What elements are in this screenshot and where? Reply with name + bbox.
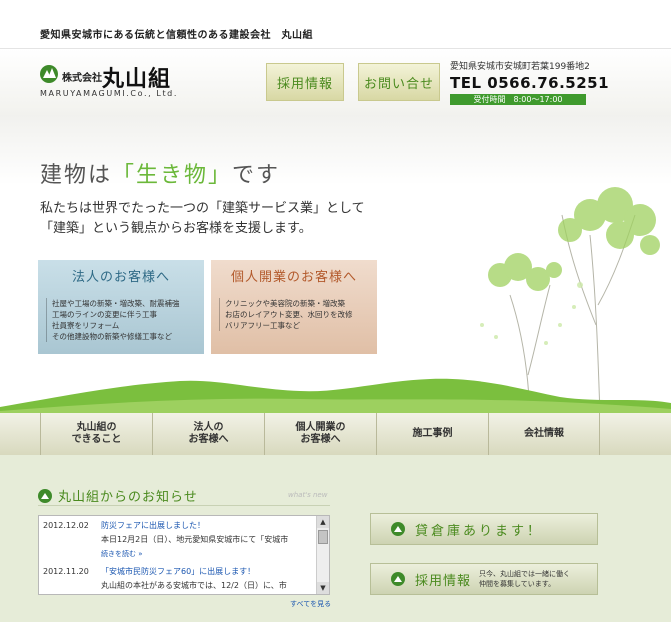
logo-prefix: 株式会社: [62, 73, 102, 84]
list-item: バリアフリー工事など: [225, 321, 300, 330]
nav-company[interactable]: 会社情報: [488, 413, 600, 455]
scroll-down-arrow-icon[interactable]: ▼: [317, 582, 329, 594]
news-body: 本日12月2日（日）、地元愛知県安城市にて「安城市: [101, 535, 289, 544]
company-logo[interactable]: 株式会社 丸山組 MARUYAMAGUMI.Co., Ltd.: [40, 63, 190, 103]
nav-capabilities[interactable]: 丸山組の できること: [40, 413, 152, 455]
panel-list: クリニックや美容院の新築・増改築 お店のレイアウト変更、水回りを改修 バリアフリ…: [219, 298, 353, 331]
see-all-link[interactable]: すべてを見る: [290, 599, 331, 609]
headline-before: 建物は: [40, 163, 113, 188]
list-item: 社員寮をリフォーム: [52, 321, 120, 330]
nav-works[interactable]: 施工事例: [376, 413, 488, 455]
recruit-label: 採用情報: [415, 573, 472, 589]
mountain-logo-icon: [40, 65, 58, 83]
panel-title: 個人開業のお客様へ: [230, 270, 357, 285]
mountain-icon: [38, 488, 52, 503]
news-link[interactable]: 「安城市民防災フェア60」に出展します！: [101, 566, 255, 578]
nav-label: できること: [71, 434, 122, 445]
news-item: 2012.12.02 防災フェアに出展しました！ 本日12月2日（日）、地元愛知…: [43, 520, 313, 560]
warehouse-label: 貸倉庫あります！: [415, 523, 544, 539]
panel-title: 法人のお客様へ: [71, 270, 170, 285]
news-scrollbar[interactable]: ▲ ▼: [316, 516, 329, 594]
grass-hill: [0, 378, 671, 417]
nav-label: 法人の: [193, 422, 224, 433]
logo-roman: MARUYAMAGUMI.Co., Ltd.: [40, 89, 179, 98]
scroll-up-arrow-icon[interactable]: ▲: [317, 516, 329, 528]
site-tagline: 愛知県安城市にある伝統と信頼性のある建設会社 丸山組: [40, 30, 313, 41]
news-date: 2012.11.20: [43, 567, 89, 576]
phone-number: TEL 0566.76.5251: [450, 74, 610, 92]
recruit-note-line: 只今、丸山組では一緒に働く: [479, 570, 571, 578]
headline-accent: 「生き物」: [112, 163, 233, 188]
footer-area: 丸山組からのお知らせ what's new 2012.12.02 防災フェアに出…: [0, 455, 671, 622]
nav-individual[interactable]: 個人開業の お客様へ: [264, 413, 376, 455]
list-item: 工場のラインの変更に伴う工事: [52, 310, 157, 319]
news-list[interactable]: 2012.12.02 防災フェアに出展しました！ 本日12月2日（日）、地元愛知…: [38, 515, 330, 595]
list-item: お店のレイアウト変更、水回りを改修: [225, 310, 353, 319]
mountain-icon: [391, 522, 405, 536]
header: 株式会社 丸山組 MARUYAMAGUMI.Co., Ltd. 採用情報 お問い…: [0, 49, 671, 115]
address: 愛知県安城市安城町若葉199番地2: [450, 62, 590, 72]
headline-after: です: [232, 163, 281, 188]
news-date: 2012.12.02: [43, 521, 89, 530]
warehouse-button[interactable]: 貸倉庫あります！: [370, 513, 598, 545]
news-divider: [38, 505, 330, 506]
news-link[interactable]: 防災フェアに出展しました！: [101, 520, 205, 532]
news-item: 2012.11.20 「安城市民防災フェア60」に出展します！ 丸山組の本社があ…: [43, 566, 313, 594]
list-item: 社屋や工場の新築・増改築、耐震補強: [52, 299, 180, 308]
news-body: 丸山組の本社がある安城市では、12/2（日）に、市: [101, 581, 287, 590]
nav-label: 個人開業の: [295, 422, 346, 433]
nav-label: 丸山組の: [76, 422, 117, 433]
main-nav: 丸山組の できること 法人の お客様へ 個人開業の お客様へ 施工事例 会社情報: [0, 413, 671, 455]
individual-business-panel[interactable]: 個人開業のお客様へ クリニックや美容院の新築・増改築 お店のレイアウト変更、水回…: [211, 260, 377, 354]
scroll-thumb[interactable]: [318, 530, 328, 544]
recruit-note-line: 仲間を募集しています。: [479, 580, 556, 588]
nav-label: 施工事例: [412, 428, 453, 439]
news-title: 丸山組からのお知らせ: [58, 490, 198, 505]
hero: 建物は「生き物」です 私たちは世界でたった一つの「建築サービス業」として 「建築…: [0, 115, 671, 417]
hero-text-line: 私たちは世界でたった一つの「建築サービス業」として: [40, 201, 365, 216]
hero-text-line: 「建築」という観点からお客様を支援します。: [40, 221, 312, 236]
nav-label: お客様へ: [300, 434, 341, 445]
contact-button[interactable]: お問い合せ: [358, 63, 440, 101]
news-subtitle: what's new: [288, 491, 328, 499]
recruit-button[interactable]: 採用情報: [266, 63, 344, 101]
corporate-customers-panel[interactable]: 法人のお客様へ 社屋や工場の新築・増改築、耐震補強 工場のラインの変更に伴う工事…: [38, 260, 204, 354]
list-item: その他建設物の新築や修繕工事など: [52, 332, 172, 341]
nav-corporate[interactable]: 法人の お客様へ: [152, 413, 264, 455]
nav-label: お客様へ: [188, 434, 229, 445]
list-item: クリニックや美容院の新築・増改築: [225, 299, 345, 308]
read-more-link[interactable]: 続きを読む »: [101, 548, 143, 560]
hero-headline: 建物は「生き物」です: [40, 157, 280, 189]
business-hours: 受付時間 8:00～17:00: [450, 94, 586, 105]
hero-description: 私たちは世界でたった一つの「建築サービス業」として 「建築」という観点からお客様…: [40, 199, 365, 239]
mountain-icon: [391, 572, 405, 586]
contact-info: 愛知県安城市安城町若葉199番地2 TEL 0566.76.5251 受付時間 …: [450, 59, 610, 105]
nav-label: 会社情報: [524, 428, 564, 439]
news-heading: 丸山組からのお知らせ: [38, 486, 198, 505]
recruit-banner[interactable]: 採用情報 只今、丸山組では一緒に働く 仲間を募集しています。: [370, 563, 598, 595]
recruit-note: 只今、丸山組では一緒に働く 仲間を募集しています。: [479, 569, 570, 589]
panel-list: 社屋や工場の新築・増改築、耐震補強 工場のラインの変更に伴う工事 社員寮をリフォ…: [46, 298, 180, 342]
